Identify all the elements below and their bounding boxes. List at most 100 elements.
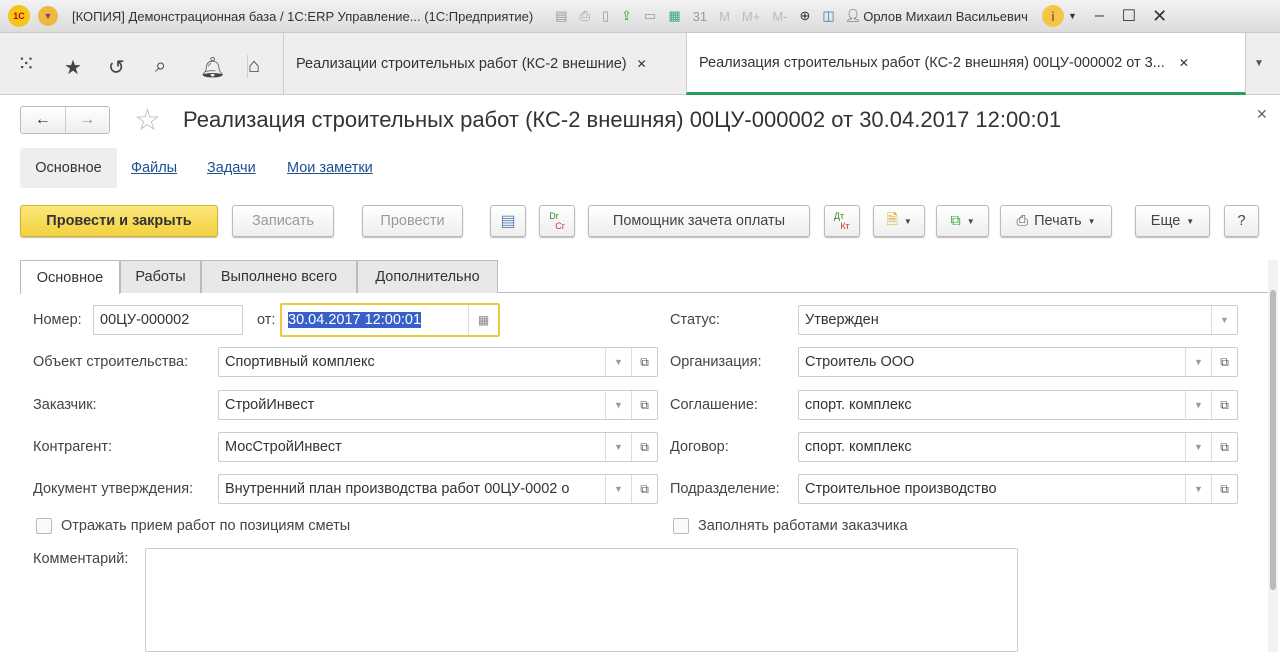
- vertical-scrollbar[interactable]: [1268, 260, 1278, 652]
- search-icon[interactable]: ⌕: [155, 55, 166, 78]
- preview-icon[interactable]: ▯: [602, 8, 609, 24]
- field-label: Соглашение:: [670, 397, 758, 413]
- m-button[interactable]: M: [719, 9, 730, 24]
- window-title: [КОПИЯ] Демонстрационная база / 1С:ERP У…: [72, 8, 534, 24]
- title-bar: 1С ▼ [КОПИЯ] Демонстрационная база / 1С:…: [0, 0, 1280, 33]
- related-documents-button[interactable]: ⧉ ▼: [936, 205, 989, 237]
- info-icon[interactable]: i: [1041, 5, 1064, 27]
- form-tab-additional[interactable]: Дополнительно: [357, 260, 498, 293]
- m-minus-button[interactable]: M-: [772, 9, 787, 24]
- open-icon[interactable]: ⧉: [631, 391, 657, 419]
- dropdown-icon[interactable]: ▼: [605, 348, 631, 376]
- field-label: Подразделение:: [670, 481, 780, 497]
- reflect-estimate-checkbox[interactable]: [36, 518, 52, 534]
- zoom-icon[interactable]: ⊕: [800, 8, 811, 24]
- field-value: МосСтройИнвест: [225, 439, 342, 455]
- comment-label: Комментарий:: [33, 551, 129, 567]
- favorite-star-icon[interactable]: ☆: [134, 103, 161, 138]
- calculator-icon[interactable]: ▦: [668, 8, 680, 24]
- date-label: от:: [257, 312, 276, 328]
- open-icon[interactable]: ⧉: [631, 433, 657, 461]
- save-button[interactable]: Записать: [232, 205, 334, 237]
- dropdown-icon[interactable]: ▼: [605, 391, 631, 419]
- m-plus-button[interactable]: M+: [742, 9, 760, 24]
- open-icon[interactable]: ⧉: [1211, 475, 1237, 503]
- open-tab-document[interactable]: Реализация строительных работ (КС-2 внеш…: [686, 33, 1246, 95]
- info-dropdown-icon[interactable]: ▼: [1068, 11, 1077, 21]
- fill-customer-works-checkbox[interactable]: [673, 518, 689, 534]
- field-input[interactable]: Спортивный комплекс ▼ ⧉: [218, 347, 658, 377]
- section-link-main[interactable]: Основное: [20, 148, 117, 188]
- open-icon[interactable]: ⧉: [1211, 391, 1237, 419]
- dropdown-icon[interactable]: ▼: [1185, 433, 1211, 461]
- field-label: Организация:: [670, 354, 762, 370]
- open-icon[interactable]: ⧉: [631, 348, 657, 376]
- document-clock-icon: 🗎︎: [886, 211, 898, 228]
- dropdown-icon[interactable]: ▼: [1185, 348, 1211, 376]
- field-input[interactable]: Внутренний план производства работ 00ЦУ-…: [218, 474, 658, 504]
- close-tab-icon[interactable]: ✕: [637, 57, 647, 71]
- user-name[interactable]: Орлов Михаил Васильевич: [863, 9, 1028, 24]
- save-icon[interactable]: ▤: [555, 8, 567, 24]
- dropdown-icon[interactable]: ▼: [1211, 306, 1237, 334]
- dropdown-icon[interactable]: ▼: [605, 433, 631, 461]
- dropdown-icon[interactable]: ▼: [1185, 475, 1211, 503]
- home-icon[interactable]: ⌂: [247, 55, 260, 78]
- open-icon[interactable]: ⧉: [1211, 348, 1237, 376]
- close-window-button[interactable]: ✕: [1152, 6, 1167, 27]
- calendar-picker-icon[interactable]: ▦: [468, 305, 498, 335]
- field-input[interactable]: Строительное производство ▼ ⧉: [798, 474, 1238, 504]
- field-input[interactable]: спорт. комплекс ▼ ⧉: [798, 390, 1238, 420]
- dropdown-icon[interactable]: ▼: [1185, 391, 1211, 419]
- dr-cr-button[interactable]: Dr Cr: [539, 205, 575, 237]
- field-input[interactable]: спорт. комплекс ▼ ⧉: [798, 432, 1238, 462]
- calendar-icon[interactable]: 31: [693, 9, 707, 24]
- form-tab-main[interactable]: Основное: [20, 260, 120, 294]
- field-value: Внутренний план производства работ 00ЦУ-…: [225, 481, 570, 497]
- field-input[interactable]: МосСтройИнвест ▼ ⧉: [218, 432, 658, 462]
- open-tab-list[interactable]: Реализации строительных работ (КС-2 внеш…: [283, 33, 659, 95]
- field-input[interactable]: СтройИнвест ▼ ⧉: [218, 390, 658, 420]
- tabs-menu-icon[interactable]: ▼: [1254, 58, 1264, 69]
- close-tab-icon[interactable]: ✕: [1179, 56, 1189, 70]
- comment-textarea[interactable]: [145, 548, 1018, 652]
- attach-icon[interactable]: ⇪: [621, 8, 632, 24]
- create-based-on-button[interactable]: 🗎︎ ▼: [873, 205, 925, 237]
- forward-button[interactable]: →: [66, 107, 110, 133]
- panels-icon[interactable]: ◫: [822, 8, 834, 24]
- scan-icon[interactable]: ▭: [644, 8, 656, 24]
- back-button[interactable]: ←: [21, 107, 66, 133]
- close-document-icon[interactable]: ✕: [1256, 106, 1268, 123]
- maximize-button[interactable]: ☐: [1122, 6, 1136, 26]
- apps-grid-icon[interactable]: ⁙: [17, 51, 35, 77]
- form-tab-works[interactable]: Работы: [120, 260, 201, 293]
- form-tab-completed-total[interactable]: Выполнено всего: [201, 260, 357, 293]
- post-and-close-button[interactable]: Провести и закрыть: [20, 205, 218, 237]
- document-structure-button[interactable]: ▤: [490, 205, 526, 237]
- open-icon[interactable]: ⧉: [631, 475, 657, 503]
- payment-offset-helper-button[interactable]: Помощник зачета оплаты: [588, 205, 810, 237]
- minimize-button[interactable]: –: [1095, 7, 1104, 25]
- number-input[interactable]: 00ЦУ-000002: [93, 305, 243, 335]
- scrollbar-thumb[interactable]: [1270, 290, 1276, 590]
- section-link-files[interactable]: Файлы: [131, 160, 177, 176]
- post-button[interactable]: Провести: [362, 205, 463, 237]
- field-input[interactable]: Строитель ООО ▼ ⧉: [798, 347, 1238, 377]
- field-label: Контрагент:: [33, 439, 112, 455]
- notifications-bell-icon[interactable]: 🔔︎: [200, 55, 225, 80]
- main-menu-button[interactable]: ▼: [38, 6, 58, 26]
- more-button[interactable]: Еще ▼: [1135, 205, 1210, 237]
- favorites-star-icon[interactable]: ★: [64, 55, 82, 80]
- history-icon[interactable]: ↺: [108, 55, 125, 80]
- print-icon[interactable]: ⎙: [580, 8, 590, 24]
- date-input[interactable]: 30.04.2017 12:00:01 ▦: [280, 303, 500, 337]
- section-link-tasks[interactable]: Задачи: [207, 160, 256, 176]
- field-input[interactable]: Утвержден ▼: [798, 305, 1238, 335]
- section-link-notes[interactable]: Мои заметки: [287, 160, 373, 176]
- dt-kt-button[interactable]: Дт Кт: [824, 205, 860, 237]
- back-forward-group: ← →: [20, 106, 110, 134]
- open-icon[interactable]: ⧉: [1211, 433, 1237, 461]
- print-button[interactable]: ⎙ Печать ▼: [1000, 205, 1112, 237]
- dropdown-icon[interactable]: ▼: [605, 475, 631, 503]
- help-button[interactable]: ?: [1224, 205, 1259, 237]
